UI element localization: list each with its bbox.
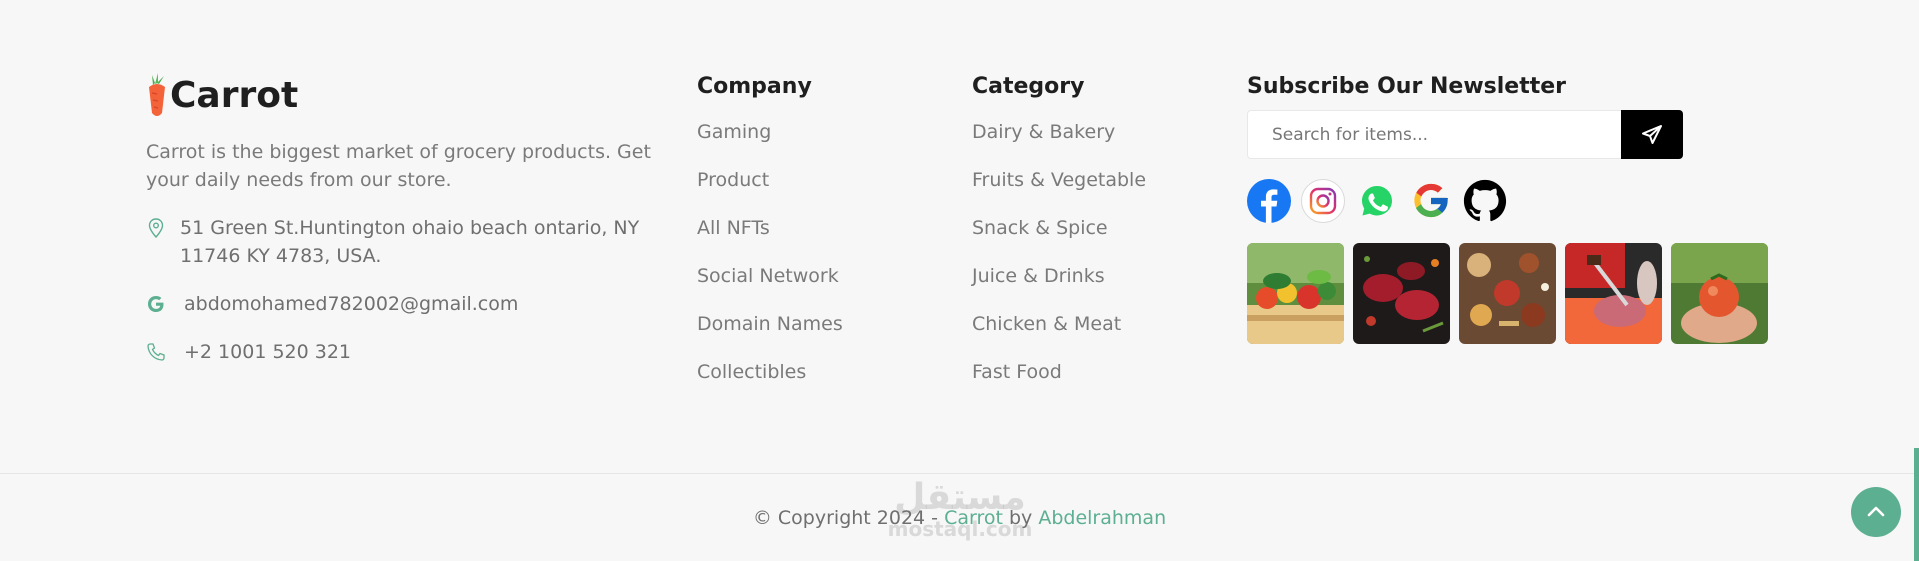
company-link-gaming[interactable]: Gaming — [697, 118, 843, 166]
category-link-snack-spice[interactable]: Snack & Spice — [972, 214, 1146, 262]
whatsapp-icon[interactable] — [1355, 179, 1399, 223]
scroll-to-top-button[interactable] — [1851, 487, 1901, 537]
chevron-up-icon — [1867, 506, 1885, 517]
footer-divider — [0, 473, 1919, 474]
company-link-collectibles[interactable]: Collectibles — [697, 358, 843, 406]
newsletter-form — [1247, 110, 1683, 159]
phone-text[interactable]: +2 1001 520 321 — [184, 338, 351, 366]
company-link-product[interactable]: Product — [697, 166, 843, 214]
carrot-icon — [149, 73, 165, 116]
company-heading: Company — [697, 74, 812, 99]
copyright-author-link[interactable]: Abdelrahman — [1038, 507, 1166, 529]
gallery-image-butcher[interactable] — [1565, 243, 1662, 344]
category-link-juice-drinks[interactable]: Juice & Drinks — [972, 262, 1146, 310]
contact-phone[interactable]: +2 1001 520 321 — [146, 338, 351, 366]
social-links — [1247, 179, 1517, 223]
gallery-image-vegetables[interactable] — [1247, 243, 1344, 344]
newsletter-heading: Subscribe Our Newsletter — [1247, 74, 1566, 99]
company-link-all-nfts[interactable]: All NFTs — [697, 214, 843, 262]
copyright-prefix: © Copyright 2024 - — [752, 507, 945, 529]
newsletter-submit-button[interactable] — [1621, 110, 1683, 159]
github-icon[interactable] — [1463, 179, 1507, 223]
contact-email[interactable]: abdomohamed782002@gmail.com — [146, 290, 518, 318]
instagram-icon[interactable] — [1301, 179, 1345, 223]
category-link-chicken-meat[interactable]: Chicken & Meat — [972, 310, 1146, 358]
category-link-fruits-vegetable[interactable]: Fruits & Vegetable — [972, 166, 1146, 214]
copyright-brand-link[interactable]: Carrot — [944, 507, 1003, 529]
google-icon[interactable] — [1409, 179, 1453, 223]
brand-name: Carrot — [170, 75, 299, 116]
email-text[interactable]: abdomohamed782002@gmail.com — [184, 290, 518, 318]
product-gallery — [1247, 243, 1777, 344]
company-link-social-network[interactable]: Social Network — [697, 262, 843, 310]
about-text: Carrot is the biggest market of grocery … — [146, 141, 651, 191]
facebook-icon[interactable] — [1247, 179, 1291, 223]
google-g-icon — [146, 290, 166, 318]
company-link-domain-names[interactable]: Domain Names — [697, 310, 843, 358]
send-icon — [1642, 124, 1662, 144]
category-link-fast-food[interactable]: Fast Food — [972, 358, 1146, 406]
category-link-dairy-bakery[interactable]: Dairy & Bakery — [972, 118, 1146, 166]
gallery-image-raw-meat[interactable] — [1353, 243, 1450, 344]
newsletter-input[interactable] — [1247, 110, 1621, 159]
copyright: © Copyright 2024 - Carrot by Abdelrahman — [0, 505, 1919, 531]
gallery-image-tomato[interactable] — [1671, 243, 1768, 344]
scroll-progress-bar — [1914, 448, 1919, 561]
copyright-by: by — [1002, 507, 1039, 529]
company-links: Gaming Product All NFTs Social Network D… — [697, 118, 843, 406]
category-heading: Category — [972, 74, 1085, 99]
phone-icon — [146, 338, 166, 366]
location-pin-icon — [146, 214, 166, 242]
address-text: 51 Green St.Huntington ohaio beach ontar… — [180, 217, 640, 267]
contact-address: 51 Green St.Huntington ohaio beach ontar… — [146, 214, 650, 270]
category-links: Dairy & Bakery Fruits & Vegetable Snack … — [972, 118, 1146, 406]
gallery-image-spices[interactable] — [1459, 243, 1556, 344]
brand-logo[interactable]: Carrot — [146, 73, 298, 119]
